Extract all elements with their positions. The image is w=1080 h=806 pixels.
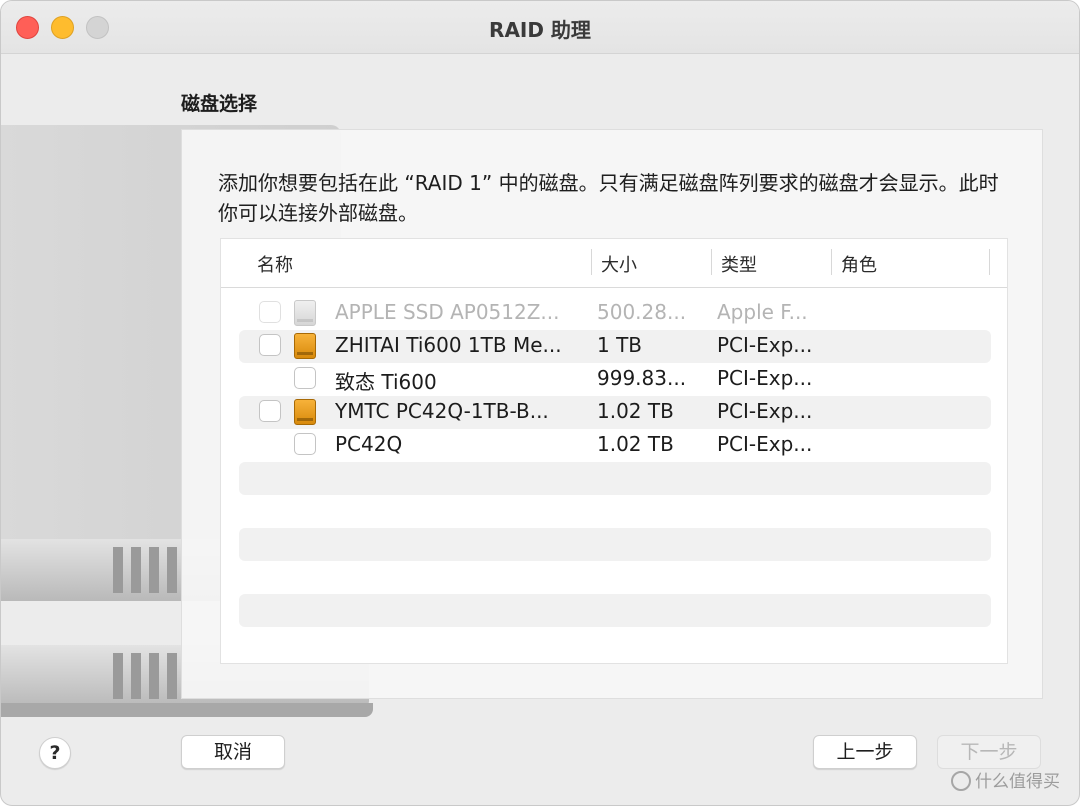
disk-name: YMTC PC42Q-1TB-B... [335, 399, 549, 423]
instructions-text: 添加你想要包括在此 “RAID 1” 中的磁盘。只有满足磁盘阵列要求的磁盘才会显… [218, 171, 999, 225]
disk-name: ZHITAI Ti600 1TB Me... [335, 333, 562, 357]
disk-size: 1 TB [597, 333, 643, 357]
volume-checkbox[interactable] [294, 367, 316, 389]
column-header-name[interactable]: 名称 [257, 251, 293, 277]
disk-size: 1.02 TB [597, 432, 674, 456]
volume-name: 致态 Ti600 [335, 370, 437, 394]
disk-type: PCI-Exp... [717, 432, 813, 456]
watermark-text: 什么值得买 [975, 772, 1060, 792]
column-header-role[interactable]: 角色 [841, 251, 877, 277]
disk-table[interactable]: 名称 大小 类型 角色 APPLE SSD AP0512Z... 500.28.… [220, 238, 1008, 664]
table-header: 名称 大小 类型 角色 [221, 239, 1007, 288]
internal-disk-icon [294, 300, 316, 326]
table-row[interactable]: 致态 Ti600 999.83... PCI-Exp... [239, 363, 991, 396]
help-button[interactable]: ? [39, 737, 71, 769]
next-button[interactable]: 下一步 [937, 735, 1041, 769]
volume-name: PC42Q [335, 432, 403, 456]
disk-size: 500.28... [597, 300, 687, 324]
table-row: APPLE SSD AP0512Z... 500.28... Apple F..… [239, 297, 991, 330]
disk-checkbox [259, 301, 281, 323]
disk-checkbox[interactable] [259, 334, 281, 356]
disk-name: APPLE SSD AP0512Z... [335, 300, 560, 324]
table-row[interactable]: YMTC PC42Q-1TB-B... 1.02 TB PCI-Exp... [239, 396, 991, 429]
disk-type: PCI-Exp... [717, 333, 813, 357]
table-row[interactable]: PC42Q 1.02 TB PCI-Exp... [239, 429, 991, 462]
external-disk-icon [294, 399, 316, 425]
empty-row [239, 462, 991, 495]
external-disk-icon [294, 333, 316, 359]
empty-row [239, 528, 991, 561]
smzdm-logo-icon [951, 771, 971, 791]
section-title: 磁盘选择 [181, 93, 258, 115]
cancel-button[interactable]: 取消 [181, 735, 285, 769]
disk-type: Apple F... [717, 300, 808, 324]
disk-size: 1.02 TB [597, 399, 674, 423]
back-button[interactable]: 上一步 [813, 735, 917, 769]
column-header-type[interactable]: 类型 [721, 251, 757, 277]
column-header-size[interactable]: 大小 [601, 251, 637, 277]
empty-row [239, 594, 991, 627]
title-bar: RAID 助理 [1, 1, 1079, 54]
window-title: RAID 助理 [489, 18, 591, 42]
disk-type: PCI-Exp... [717, 366, 813, 390]
table-row[interactable]: ZHITAI Ti600 1TB Me... 1 TB PCI-Exp... [239, 330, 991, 363]
volume-checkbox[interactable] [294, 433, 316, 455]
disk-selection-panel: 添加你想要包括在此 “RAID 1” 中的磁盘。只有满足磁盘阵列要求的磁盘才会显… [181, 129, 1043, 699]
disk-size: 999.83... [597, 366, 687, 390]
disk-type: PCI-Exp... [717, 399, 813, 423]
raid-assistant-window: RAID 助理 磁盘选择 添加你想要包括在此 “RAID 1” 中的磁盘。只有满… [0, 0, 1080, 806]
watermark: 什么值得买 [951, 767, 1060, 792]
disk-checkbox[interactable] [259, 400, 281, 422]
